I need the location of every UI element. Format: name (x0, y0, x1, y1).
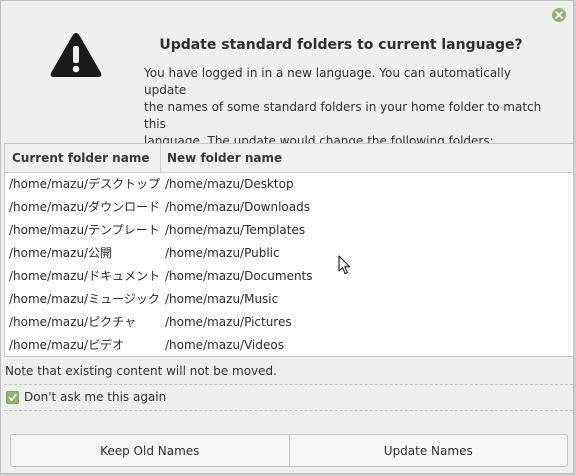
new-folder-cell: /home/mazu/Pictures (165, 315, 292, 329)
note-text: Note that existing content will not be m… (5, 364, 277, 378)
button-bar: Keep Old Names Update Names (10, 434, 568, 467)
column-divider[interactable] (160, 144, 161, 172)
current-folder-cell: /home/mazu/デスクトップ (9, 177, 161, 191)
mouse-pointer-icon (338, 255, 351, 275)
table-row[interactable]: /home/mazu/ビデオ /home/mazu/Videos (5, 334, 573, 357)
new-folder-cell: /home/mazu/Desktop (165, 177, 294, 191)
update-names-button[interactable]: Update Names (289, 434, 568, 467)
close-icon (555, 11, 563, 19)
table-row[interactable]: /home/mazu/ミュージック /home/mazu/Music (5, 288, 573, 311)
check-icon (8, 393, 17, 401)
update-folders-dialog: Update standard folders to current langu… (0, 0, 574, 474)
current-folder-cell: /home/mazu/ドキュメント (9, 269, 161, 283)
new-folder-cell: /home/mazu/Templates (165, 223, 306, 237)
table-header: Current folder name New folder name (5, 144, 573, 173)
new-folder-cell: /home/mazu/Public (165, 246, 280, 260)
table-row[interactable]: /home/mazu/ダウンロード /home/mazu/Downloads (5, 196, 573, 219)
dialog-title: Update standard folders to current langu… (159, 37, 523, 53)
current-folder-cell: /home/mazu/ダウンロード (9, 200, 161, 214)
table-row[interactable]: /home/mazu/テンプレート /home/mazu/Templates (5, 219, 573, 242)
separator (4, 384, 573, 385)
table-row[interactable]: /home/mazu/デスクトップ /home/mazu/Desktop (5, 173, 573, 196)
column-header-new[interactable]: New folder name (167, 144, 282, 172)
current-folder-cell: /home/mazu/ミュージック (9, 292, 160, 306)
new-folder-cell: /home/mazu/Downloads (165, 200, 310, 214)
separator (4, 410, 573, 411)
dont-ask-label[interactable]: Don't ask me this again (24, 390, 166, 404)
current-folder-cell: /home/mazu/ビデオ (9, 338, 125, 352)
close-button[interactable] (552, 8, 566, 22)
dont-ask-option[interactable]: Don't ask me this again (6, 389, 166, 405)
new-folder-cell: /home/mazu/Documents (165, 269, 313, 283)
folders-table[interactable]: Current folder name New folder name /hom… (4, 143, 574, 357)
message-line: the names of some standard folders in yo… (144, 100, 542, 131)
table-row[interactable]: /home/mazu/公開 /home/mazu/Public (5, 242, 573, 265)
keep-old-names-button[interactable]: Keep Old Names (10, 434, 290, 467)
new-folder-cell: /home/mazu/Videos (165, 338, 284, 352)
warning-icon (50, 33, 102, 77)
column-header-current[interactable]: Current folder name (12, 144, 149, 172)
table-body: /home/mazu/デスクトップ /home/mazu/Desktop /ho… (5, 173, 573, 357)
dont-ask-checkbox[interactable] (6, 390, 19, 404)
current-folder-cell: /home/mazu/公開 (9, 246, 113, 260)
current-folder-cell: /home/mazu/テンプレート (9, 223, 160, 237)
new-folder-cell: /home/mazu/Music (165, 292, 279, 306)
current-folder-cell: /home/mazu/ピクチャ (9, 315, 136, 329)
dialog-message: You have logged in in a new language. Yo… (144, 65, 554, 150)
table-row[interactable]: /home/mazu/ドキュメント /home/mazu/Documents (5, 265, 573, 288)
message-line: You have logged in in a new language. Yo… (144, 66, 511, 97)
table-row[interactable]: /home/mazu/ピクチャ /home/mazu/Pictures (5, 311, 573, 334)
